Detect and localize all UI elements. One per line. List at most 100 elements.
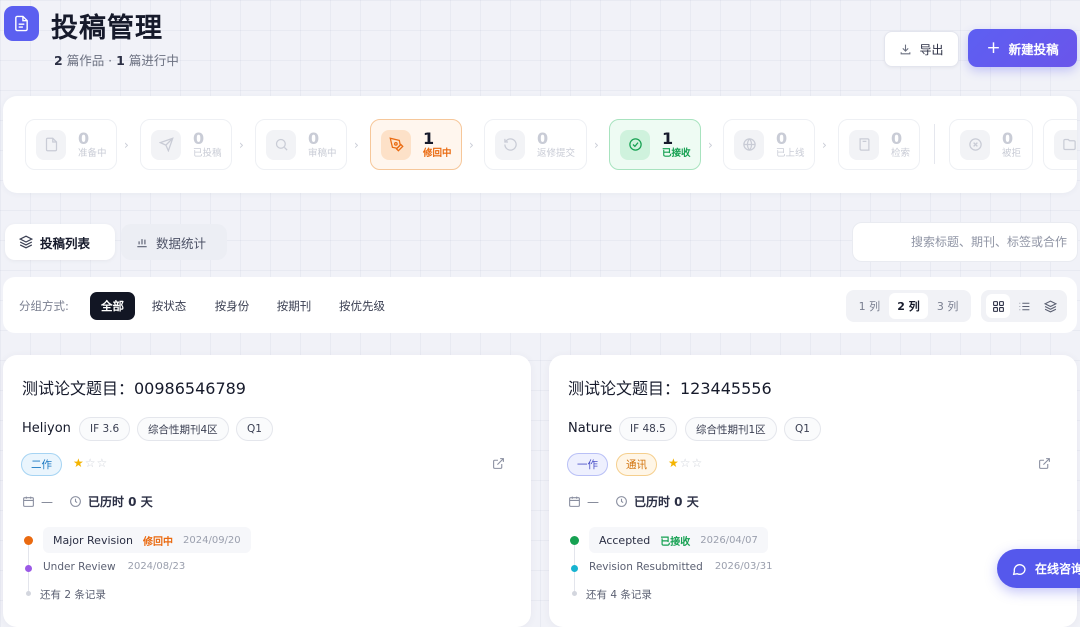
journal-category-badge: 综合性期刊1区 [685,417,777,441]
journal-name: Nature [568,421,613,436]
tab-statistics[interactable]: 数据统计 [121,224,227,260]
status-accepted[interactable]: 1 已接收 [609,119,701,170]
status-preparing[interactable]: 0 准备中 [25,119,117,170]
star-icon: ★ [73,456,85,470]
globe-icon [734,129,764,160]
stack-view-icon[interactable] [1038,294,1062,318]
status-pipeline: 0 准备中 › 0 已投稿 › 0 审稿中 › 1 修回中 › 0 返修提交 › 1 已接收… [3,96,1077,193]
search-field[interactable] [852,222,1078,262]
card-meta: — 已历时 0 天 [568,493,699,510]
star-icon: ☆☆ [84,456,109,470]
status-resubmitted[interactable]: 0 返修提交 [484,119,587,170]
download-icon [901,44,911,54]
timeline-dot [571,565,578,572]
more-records-link[interactable]: 还有 2 条记录 [40,587,106,602]
status-online[interactable]: 0 已上线 [723,119,815,170]
status-divider [934,124,935,164]
timeline-dot [26,591,31,596]
quartile-badge: Q1 [784,417,821,441]
clock-icon [70,496,81,507]
impact-factor-badge: IF 48.5 [619,417,677,441]
x-circle-icon [960,129,990,160]
external-link-icon[interactable] [1038,457,1051,470]
send-icon [151,129,181,160]
chevron-right-icon: › [354,138,359,152]
column-3-option[interactable]: 3 列 [929,293,967,319]
export-button[interactable]: 导出 [884,31,959,67]
card-title: 测试论文题目：123445556 [568,379,772,398]
column-selector: 1 列 2 列 3 列 [846,290,971,322]
clock-icon [616,496,627,507]
view-tabs: 投稿列表 数据统计 [5,224,227,260]
status-revising[interactable]: 1 修回中 [370,119,462,170]
status-submitted[interactable]: 0 已投稿 [140,119,232,170]
folder-icon [1054,129,1077,160]
journal-name: Heliyon [22,421,71,436]
bar-chart-icon [137,239,147,248]
group-label: 分组方式: [19,299,69,313]
online-consult-button[interactable]: 在线咨询 [997,549,1080,588]
page-title: 投稿管理 [51,13,163,44]
card-title: 测试论文题目：00986546789 [22,379,246,398]
group-option-status[interactable]: 按状态 [144,292,194,320]
timeline-dot [572,591,577,596]
more-records-link[interactable]: 还有 4 条记录 [586,587,652,602]
quartile-badge: Q1 [236,417,273,441]
book-icon [849,129,879,160]
view-mode-selector [981,290,1067,322]
status-indexed[interactable]: 0 检索 [838,119,920,170]
timeline-latest: Major Revision 修回中 2024/09/20 [43,527,251,553]
chevron-right-icon: › [124,138,129,152]
chevron-right-icon: › [239,138,244,152]
timeline-previous: Under Review 2024/08/23 [43,561,186,573]
plus-icon: + [986,38,1001,58]
status-rejected[interactable]: 0 被拒 [949,119,1033,170]
timeline-previous: Revision Resubmitted 2026/03/31 [589,561,773,573]
timeline-dot [25,565,32,572]
calendar-icon [569,496,580,507]
tab-submission-list[interactable]: 投稿列表 [5,224,115,260]
group-option-priority[interactable]: 按优先级 [331,292,393,320]
layers-icon [19,235,33,249]
timeline-latest: Accepted 已接收 2026/04/07 [589,527,768,553]
status-archived[interactable] [1043,119,1077,170]
page-subtitle: 2 篇作品 · 1 篇进行中 [54,53,179,68]
role-badge: 二作 [21,453,62,476]
group-option-journal[interactable]: 按期刊 [269,292,319,320]
search-input[interactable] [853,223,1077,261]
chevron-right-icon: › [469,138,474,152]
star-icon: ★ [668,456,680,470]
document-icon [36,129,66,160]
role-badge: 通讯 [616,453,657,476]
timeline-dot [570,536,579,545]
submission-card[interactable]: 测试论文题目：00986546789 Heliyon IF 3.6 综合性期刊4… [3,355,531,627]
group-toolbar: 分组方式: 全部 按状态 按身份 按期刊 按优先级 1 列 2 列 3 列 [3,277,1077,333]
priority-stars[interactable]: ★☆☆ [73,456,108,470]
journal-category-badge: 综合性期刊4区 [137,417,229,441]
pen-icon [381,129,411,160]
group-option-all[interactable]: 全部 [90,292,135,320]
document-icon [15,15,28,32]
column-1-option[interactable]: 1 列 [851,293,889,319]
calendar-icon [23,496,34,507]
list-view-icon[interactable] [1012,294,1036,318]
refresh-icon [495,129,525,160]
star-icon: ☆☆ [679,456,704,470]
chat-icon [1012,563,1026,575]
role-badge: 一作 [567,453,608,476]
external-link-icon[interactable] [492,457,505,470]
submission-card[interactable]: 测试论文题目：123445556 Nature IF 48.5 综合性期刊1区 … [549,355,1077,627]
priority-stars[interactable]: ★☆☆ [668,456,703,470]
card-meta: — 已历时 0 天 [22,493,153,510]
check-circle-icon [620,129,650,160]
status-under-review[interactable]: 0 审稿中 [255,119,347,170]
app-logo [4,6,39,41]
chevron-right-icon: › [822,138,827,152]
grid-view-icon[interactable] [986,294,1010,318]
group-option-role[interactable]: 按身份 [207,292,257,320]
new-submission-button[interactable]: + 新建投稿 [968,29,1077,67]
column-2-option[interactable]: 2 列 [889,293,928,319]
search-icon [266,129,296,160]
chevron-right-icon: › [594,138,599,152]
chevron-right-icon: › [708,138,713,152]
